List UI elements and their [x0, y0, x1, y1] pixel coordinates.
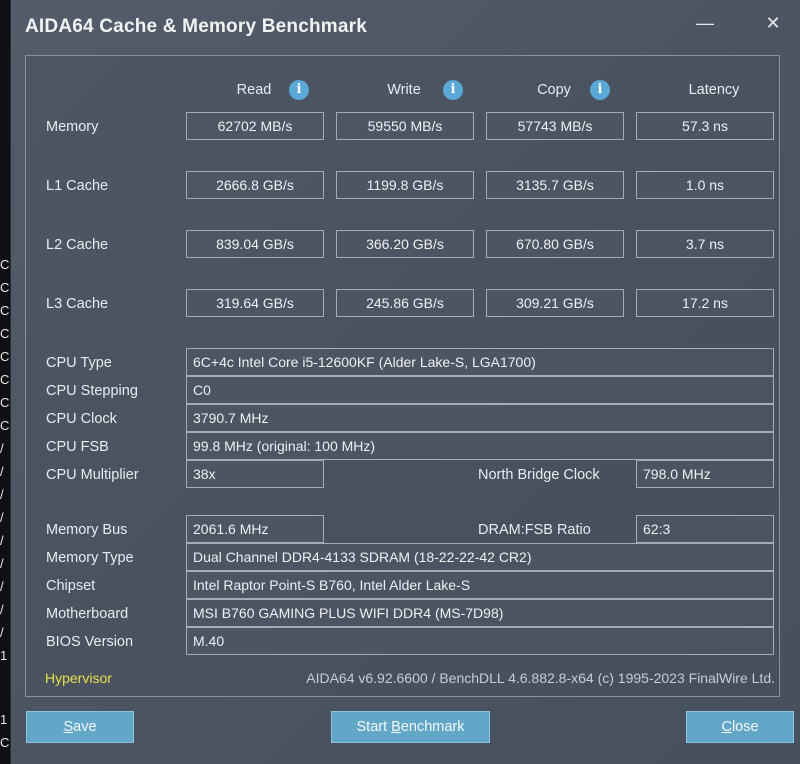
save-mnemonic: S: [63, 719, 74, 735]
l1-write-value: 1199.8 GB/s: [336, 171, 474, 199]
background-glyph: C: [0, 280, 10, 295]
memory-type-value: Dual Channel DDR4-4133 SDRAM (18-22-22-4…: [186, 543, 774, 571]
start-label-rest: enchmark: [400, 719, 465, 735]
memory-type-label: Memory Type: [46, 550, 134, 566]
cpu-type-label: CPU Type: [46, 355, 112, 371]
l2-write-value: 366.20 GB/s: [336, 230, 474, 258]
cpu-clock-value: 3790.7 MHz: [186, 404, 774, 432]
background-glyph: C: [0, 257, 10, 272]
cpu-multiplier-value: 38x: [186, 460, 324, 488]
l1-copy-value: 3135.7 GB/s: [486, 171, 624, 199]
background-glyph: C: [0, 326, 10, 341]
close-label-rest: lose: [731, 719, 759, 735]
row-label-memory: Memory: [46, 119, 99, 135]
background-glyph: 1: [0, 648, 8, 663]
cpu-multiplier-label: CPU Multiplier: [46, 467, 139, 483]
background-glyph: C: [0, 349, 10, 364]
window-title: AIDA64 Cache & Memory Benchmark: [25, 16, 367, 37]
cpu-stepping-value: C0: [186, 376, 774, 404]
row-label-l1-cache: L1 Cache: [46, 178, 109, 194]
background-glyph: /: [0, 464, 4, 479]
minimize-icon[interactable]: —: [691, 10, 719, 36]
cpu-fsb-label: CPU FSB: [46, 439, 109, 455]
cpu-type-value: 6C+4c Intel Core i5-12600KF (Alder Lake-…: [186, 348, 774, 376]
dram-fsb-ratio-value: 62:3: [636, 515, 774, 543]
l3-write-value: 245.86 GB/s: [336, 289, 474, 317]
row-label-l3-cache: L3 Cache: [46, 296, 109, 312]
l3-copy-value: 309.21 GB/s: [486, 289, 624, 317]
motherboard-value: MSI B760 GAMING PLUS WIFI DDR4 (MS-7D98): [186, 599, 774, 627]
benchmark-window: AIDA64 Cache & Memory Benchmark — ✕ Read…: [10, 0, 800, 764]
l2-copy-value: 670.80 GB/s: [486, 230, 624, 258]
memory-latency-value: 57.3 ns: [636, 112, 774, 140]
chipset-value: Intel Raptor Point-S B760, Intel Alder L…: [186, 571, 774, 599]
results-panel: Read i Write i Copy i Latency Memory 627…: [25, 55, 780, 697]
l1-read-value: 2666.8 GB/s: [186, 171, 324, 199]
cpu-fsb-value: 99.8 MHz (original: 100 MHz): [186, 432, 774, 460]
memory-bus-value: 2061.6 MHz: [186, 515, 324, 543]
l1-latency-value: 1.0 ns: [636, 171, 774, 199]
background-glyph: C: [0, 418, 10, 433]
close-mnemonic: C: [721, 719, 732, 735]
copy-info-icon[interactable]: i: [590, 80, 610, 100]
background-glyph: /: [0, 579, 4, 594]
background-glyph: 1: [0, 712, 8, 727]
start-label-prefix: Start: [356, 719, 392, 735]
hypervisor-link[interactable]: Hypervisor: [45, 670, 112, 686]
l3-latency-value: 17.2 ns: [636, 289, 774, 317]
north-bridge-clock-label: North Bridge Clock: [478, 467, 600, 483]
north-bridge-clock-value: 798.0 MHz: [636, 460, 774, 488]
save-label-rest: ave: [73, 719, 97, 735]
cpu-clock-label: CPU Clock: [46, 411, 117, 427]
background-glyph: /: [0, 556, 4, 571]
background-glyph: /: [0, 510, 4, 525]
column-header-copy: Copy: [537, 82, 571, 98]
background-glyph: C: [0, 735, 10, 750]
background-glyph: /: [0, 602, 4, 617]
background-glyph: C: [0, 303, 10, 318]
start-benchmark-button[interactable]: Start Benchmark: [331, 711, 490, 743]
background-window-strip: C C C C C C C C / / / / / / / //1 1 C: [0, 0, 10, 764]
dram-fsb-ratio-label: DRAM:FSB Ratio: [478, 522, 591, 538]
chipset-label: Chipset: [46, 578, 96, 594]
save-button[interactable]: Save: [26, 711, 134, 743]
motherboard-label: Motherboard: [46, 606, 129, 622]
background-glyph: /: [0, 487, 4, 502]
column-header-latency: Latency: [688, 82, 740, 98]
cpu-stepping-label: CPU Stepping: [46, 383, 138, 399]
l3-read-value: 319.64 GB/s: [186, 289, 324, 317]
background-glyph: /: [0, 441, 4, 456]
memory-write-value: 59550 MB/s: [336, 112, 474, 140]
background-glyph: C: [0, 372, 10, 387]
l2-latency-value: 3.7 ns: [636, 230, 774, 258]
background-glyph: /: [0, 625, 4, 640]
memory-bus-label: Memory Bus: [46, 522, 128, 538]
write-info-icon[interactable]: i: [443, 80, 463, 100]
bios-version-label: BIOS Version: [46, 634, 134, 650]
background-glyph: C: [0, 395, 10, 410]
l2-read-value: 839.04 GB/s: [186, 230, 324, 258]
start-mnemonic: B: [391, 719, 401, 735]
version-footer: AIDA64 v6.92.6600 / BenchDLL 4.6.882.8-x…: [306, 670, 775, 686]
memory-read-value: 62702 MB/s: [186, 112, 324, 140]
close-window-icon[interactable]: ✕: [759, 10, 787, 36]
column-header-write: Write: [387, 82, 421, 98]
memory-copy-value: 57743 MB/s: [486, 112, 624, 140]
close-button[interactable]: Close: [686, 711, 794, 743]
bios-version-value: M.40: [186, 627, 774, 655]
read-info-icon[interactable]: i: [289, 80, 309, 100]
row-label-l2-cache: L2 Cache: [46, 237, 109, 253]
background-glyph: /: [0, 533, 4, 548]
